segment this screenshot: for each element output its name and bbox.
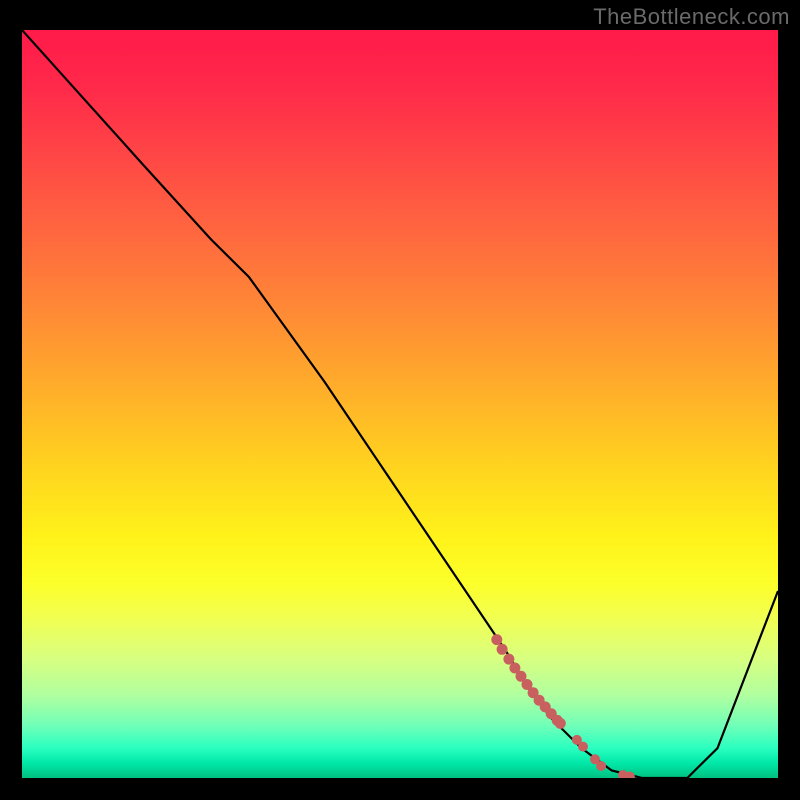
highlight-dot — [578, 742, 588, 752]
watermark-text: TheBottleneck.com — [593, 4, 790, 30]
chart-svg — [22, 30, 778, 778]
highlight-dot — [491, 634, 502, 645]
chart-frame: TheBottleneck.com — [0, 0, 800, 800]
highlight-dot — [555, 718, 566, 729]
highlight-dot — [596, 761, 606, 771]
highlight-dots — [491, 634, 635, 778]
curve-line — [22, 30, 778, 778]
plot-area — [22, 30, 778, 778]
highlight-dot — [497, 644, 508, 655]
